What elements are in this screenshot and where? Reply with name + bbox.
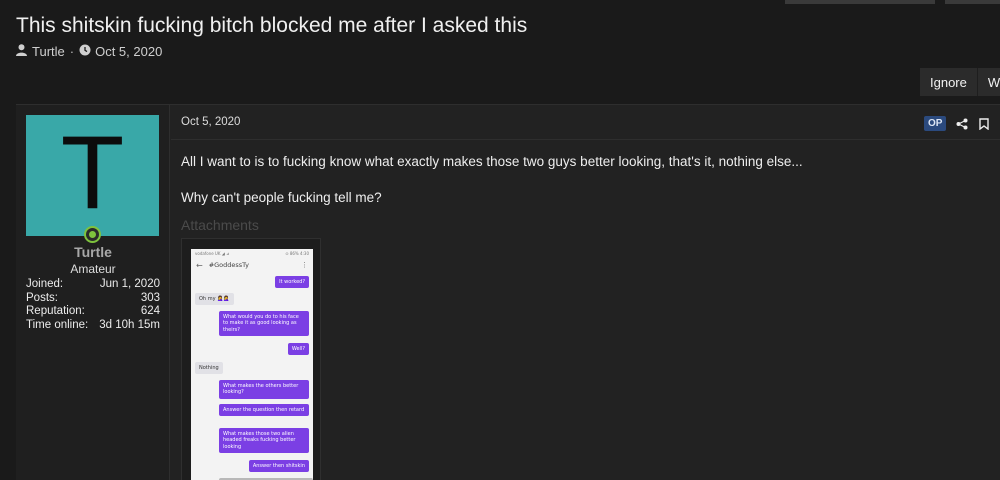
chat-message-sent: What makes those two alien headed freaks… xyxy=(219,428,309,454)
thread-title: This shitskin fucking bitch blocked me a… xyxy=(16,14,528,37)
status-left: vodafone UK ◢ ⊿ xyxy=(195,251,230,256)
stat-label: Time online: xyxy=(26,318,89,331)
status-right: ⊙ 86% 4:30 xyxy=(285,251,309,256)
thread-date[interactable]: Oct 5, 2020 xyxy=(95,44,162,59)
avatar[interactable]: T xyxy=(26,115,159,236)
back-arrow-icon: ← xyxy=(196,260,203,270)
online-status-icon xyxy=(84,226,101,243)
chat-screenshot-image: vodafone UK ◢ ⊿ ⊙ 86% 4:30 ← #GoddessTy … xyxy=(191,249,313,480)
share-icon[interactable] xyxy=(956,118,968,130)
user-rank: Amateur xyxy=(70,262,116,276)
chat-message-sent: Answer the question then retard xyxy=(219,404,309,417)
op-badge: OP xyxy=(924,116,947,131)
post-user-pane: T Turtle Amateur Joined: Jun 1, 2020 Pos… xyxy=(16,105,170,480)
post-actions: OP xyxy=(924,116,1000,131)
top-tab-segment[interactable] xyxy=(945,0,1000,4)
stat-label: Posts: xyxy=(26,291,58,304)
stat-label: Reputation: xyxy=(26,305,85,318)
chat-message-sent: Answer then shitskin xyxy=(248,460,309,473)
bookmark-icon[interactable] xyxy=(978,117,990,130)
stat-value: 3d 10h 15m xyxy=(99,318,160,331)
thread-action-bar: Ignore Watch xyxy=(920,68,1000,96)
chat-message-sent: Well? xyxy=(287,343,309,356)
thread-meta: Turtle · Oct 5, 2020 xyxy=(16,44,162,59)
top-strip xyxy=(0,0,1000,5)
post-main: Oct 5, 2020 OP All I want to is to fucki… xyxy=(171,105,1000,480)
post-divider xyxy=(171,139,1000,140)
chat-header: ← #GoddessTy ⋮ xyxy=(191,258,313,272)
more-vertical-icon: ⋮ xyxy=(301,261,308,269)
user-stats: Joined: Jun 1, 2020 Posts: 303 Reputatio… xyxy=(26,278,160,332)
thread-author-link[interactable]: Turtle xyxy=(32,44,65,59)
top-tab-segment[interactable] xyxy=(785,0,935,4)
chat-name: #GoddessTy xyxy=(208,261,249,269)
stat-value[interactable]: 303 xyxy=(141,292,160,306)
chat-message-received: Oh my 🤦‍♀️🤦‍♀️ xyxy=(195,293,234,306)
clock-icon xyxy=(79,44,91,59)
post-body: All I want to is to fucking know what ex… xyxy=(181,153,803,225)
stat-row-posts: Posts: 303 xyxy=(26,292,160,306)
user-icon xyxy=(16,44,27,59)
chat-message-sent: It worked? xyxy=(275,276,309,289)
post-paragraph: Why can't people fucking tell me? xyxy=(181,190,382,205)
chat-message-sent: What would you do to his face to make it… xyxy=(219,311,309,337)
attachment-thumbnail[interactable]: vodafone UK ◢ ⊿ ⊙ 86% 4:30 ← #GoddessTy … xyxy=(181,238,321,480)
watch-button[interactable]: Watch xyxy=(977,68,1000,96)
attachments-heading: Attachments xyxy=(181,217,259,233)
stat-row-time-online: Time online: 3d 10h 15m xyxy=(26,319,160,333)
post: T Turtle Amateur Joined: Jun 1, 2020 Pos… xyxy=(16,104,1000,480)
chat-message-sent: What makes the others better looking? xyxy=(219,380,309,399)
post-paragraph: All I want to is to fucking know what ex… xyxy=(181,154,803,169)
phone-status-bar: vodafone UK ◢ ⊿ ⊙ 86% 4:30 xyxy=(191,249,313,258)
ignore-button[interactable]: Ignore xyxy=(920,68,978,96)
stat-row-reputation: Reputation: 624 xyxy=(26,305,160,319)
username-link[interactable]: Turtle xyxy=(16,244,170,260)
avatar-letter: T xyxy=(60,115,125,231)
stat-label: Joined: xyxy=(26,278,64,290)
meta-separator: · xyxy=(69,44,75,59)
post-date-link[interactable]: Oct 5, 2020 xyxy=(181,116,240,128)
stat-value: 624 xyxy=(140,305,160,318)
stat-value: Jun 1, 2020 xyxy=(99,278,160,290)
chat-message-received: Nothing xyxy=(195,362,223,375)
stat-row-joined: Joined: Jun 1, 2020 xyxy=(26,278,160,292)
